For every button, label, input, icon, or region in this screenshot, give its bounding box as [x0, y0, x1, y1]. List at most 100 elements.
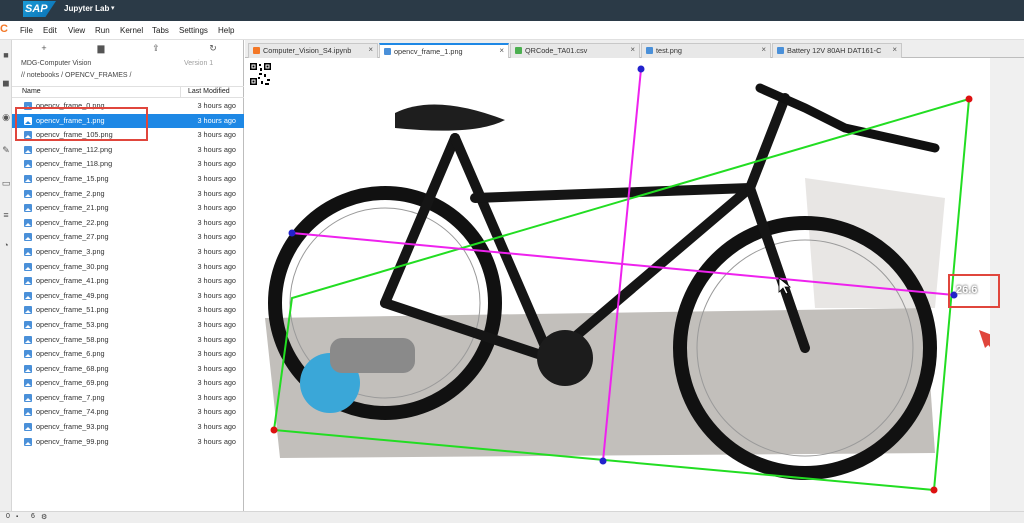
sap-logo: SAP: [23, 1, 56, 17]
column-last-modified[interactable]: Last Modified: [188, 88, 230, 95]
file-browser-toolbar: + ▆ ⇪ ↻: [12, 40, 244, 58]
notebook-icon: [253, 47, 260, 54]
image-file-icon: [24, 204, 32, 213]
file-row[interactable]: opencv_frame_112.png 3 hours ago: [12, 143, 244, 158]
menu-settings[interactable]: Settings: [179, 26, 208, 35]
tab-test-png[interactable]: test.png ×: [641, 43, 771, 58]
tab-battery[interactable]: Battery 12V 80AH DAT161-C ×: [772, 43, 902, 58]
file-modified: 3 hours ago: [197, 349, 236, 359]
close-icon[interactable]: ×: [368, 45, 373, 54]
file-row[interactable]: opencv_frame_41.png 3 hours ago: [12, 274, 244, 289]
file-name: opencv_frame_74.png: [36, 407, 109, 417]
file-modified: 3 hours ago: [197, 144, 236, 154]
image-file-icon: [24, 189, 32, 198]
file-modified: 3 hours ago: [197, 363, 236, 373]
file-row[interactable]: opencv_frame_93.png 3 hours ago: [12, 420, 244, 435]
image-file-icon: [24, 262, 32, 271]
file-row[interactable]: opencv_frame_27.png 3 hours ago: [12, 230, 244, 245]
file-row[interactable]: opencv_frame_74.png 3 hours ago: [12, 405, 244, 420]
file-row[interactable]: opencv_frame_21.png 3 hours ago: [12, 201, 244, 216]
tab-label: QRCode_TA01.csv: [525, 46, 588, 55]
image-canvas: [245, 58, 1022, 511]
file-row[interactable]: opencv_frame_3.png 3 hours ago: [12, 245, 244, 260]
breadcrumb[interactable]: // notebooks / OPENCV_FRAMES /: [21, 72, 132, 79]
image-icon: [384, 48, 391, 55]
wrench-icon[interactable]: ✎: [1, 145, 11, 155]
app-title[interactable]: Jupyter Lab: [64, 4, 109, 13]
menu-file[interactable]: File: [20, 26, 33, 35]
midpoint-marker: [637, 65, 645, 73]
tabs-icon[interactable]: ▭: [1, 178, 11, 188]
file-modified: 3 hours ago: [197, 203, 236, 213]
file-row[interactable]: opencv_frame_118.png 3 hours ago: [12, 157, 244, 172]
file-row[interactable]: opencv_frame_2.png 3 hours ago: [12, 187, 244, 202]
file-row[interactable]: opencv_frame_15.png 3 hours ago: [12, 172, 244, 187]
corner-marker: [965, 95, 973, 103]
file-row[interactable]: opencv_frame_68.png 3 hours ago: [12, 362, 244, 377]
close-icon[interactable]: ×: [892, 45, 897, 54]
image-file-icon: [24, 437, 32, 446]
file-row[interactable]: opencv_frame_7.png 3 hours ago: [12, 391, 244, 406]
file-row[interactable]: opencv_frame_99.png 3 hours ago: [12, 435, 244, 450]
image-file-icon: [24, 350, 32, 359]
file-name: opencv_frame_15.png: [36, 173, 109, 183]
menu-kernel[interactable]: Kernel: [120, 26, 143, 35]
close-icon[interactable]: ×: [761, 45, 766, 54]
file-name: opencv_frame_118.png: [36, 159, 113, 169]
tab-qrcode-csv[interactable]: QRCode_TA01.csv ×: [510, 43, 640, 58]
file-modified: 3 hours ago: [197, 232, 236, 242]
settings-icon[interactable]: ⚙: [41, 513, 47, 521]
image-file-icon: [24, 423, 32, 432]
file-row[interactable]: opencv_frame_69.png 3 hours ago: [12, 376, 244, 391]
gauge-icon[interactable]: ◔: [1, 240, 11, 250]
refresh-icon[interactable]: ↻: [206, 42, 220, 54]
midpoint-marker: [288, 229, 296, 237]
file-row[interactable]: opencv_frame_51.png 3 hours ago: [12, 303, 244, 318]
file-name: opencv_frame_41.png: [36, 276, 109, 286]
menu-edit[interactable]: Edit: [43, 26, 57, 35]
menu-run[interactable]: Run: [95, 26, 110, 35]
image-icon: [646, 47, 653, 54]
file-modified: 3 hours ago: [197, 407, 236, 417]
tab-opencv-frame-1[interactable]: opencv_frame_1.png ×: [379, 43, 509, 59]
spreadsheet-icon: [515, 47, 522, 54]
new-folder-icon[interactable]: ▆: [94, 42, 108, 54]
folder-icon[interactable]: ■: [1, 50, 11, 60]
activity-bar: ■ ◼ ◉ ✎ ▭ ≡ ◔: [0, 40, 12, 511]
file-row[interactable]: opencv_frame_22.png 3 hours ago: [12, 216, 244, 231]
upload-icon[interactable]: ⇪: [149, 42, 163, 54]
kernel-count[interactable]: 0: [6, 513, 10, 520]
running-icon[interactable]: ◼: [1, 78, 11, 88]
file-modified: 3 hours ago: [197, 115, 236, 125]
new-launcher-icon[interactable]: +: [37, 42, 51, 54]
palette-icon[interactable]: ◉: [1, 112, 11, 122]
image-file-icon: [24, 379, 32, 388]
list-icon[interactable]: ≡: [1, 210, 11, 220]
terminal-count[interactable]: 6: [31, 513, 35, 520]
top-bar: SAP Jupyter Lab ▾: [0, 0, 1024, 21]
bicycle-image: [265, 65, 1022, 494]
file-row[interactable]: opencv_frame_49.png 3 hours ago: [12, 289, 244, 304]
file-modified: 3 hours ago: [197, 436, 236, 446]
file-modified: 3 hours ago: [197, 319, 236, 329]
file-modified: 3 hours ago: [197, 276, 236, 286]
file-name: opencv_frame_93.png: [36, 422, 109, 432]
tab-computer-vision-notebook[interactable]: Computer_Vision_S4.ipynb ×: [248, 43, 378, 58]
menu-tabs[interactable]: Tabs: [152, 26, 169, 35]
file-row[interactable]: opencv_frame_53.png 3 hours ago: [12, 318, 244, 333]
annotation-arrow-head: [979, 330, 997, 348]
file-row[interactable]: opencv_frame_30.png 3 hours ago: [12, 260, 244, 275]
file-list-header: Name Last Modified: [12, 86, 244, 98]
crankset: [537, 330, 593, 386]
column-name[interactable]: Name: [22, 88, 41, 95]
image-file-icon: [24, 277, 32, 286]
file-modified: 3 hours ago: [197, 130, 236, 140]
chevron-down-icon[interactable]: ▾: [111, 4, 115, 12]
close-icon[interactable]: ×: [499, 46, 504, 55]
menu-view[interactable]: View: [68, 26, 85, 35]
file-list: opencv_frame_0.png 3 hours ago opencv_fram…: [12, 99, 244, 449]
file-row[interactable]: opencv_frame_58.png 3 hours ago: [12, 333, 244, 348]
menu-help[interactable]: Help: [218, 26, 234, 35]
file-row[interactable]: opencv_frame_6.png 3 hours ago: [12, 347, 244, 362]
close-icon[interactable]: ×: [630, 45, 635, 54]
